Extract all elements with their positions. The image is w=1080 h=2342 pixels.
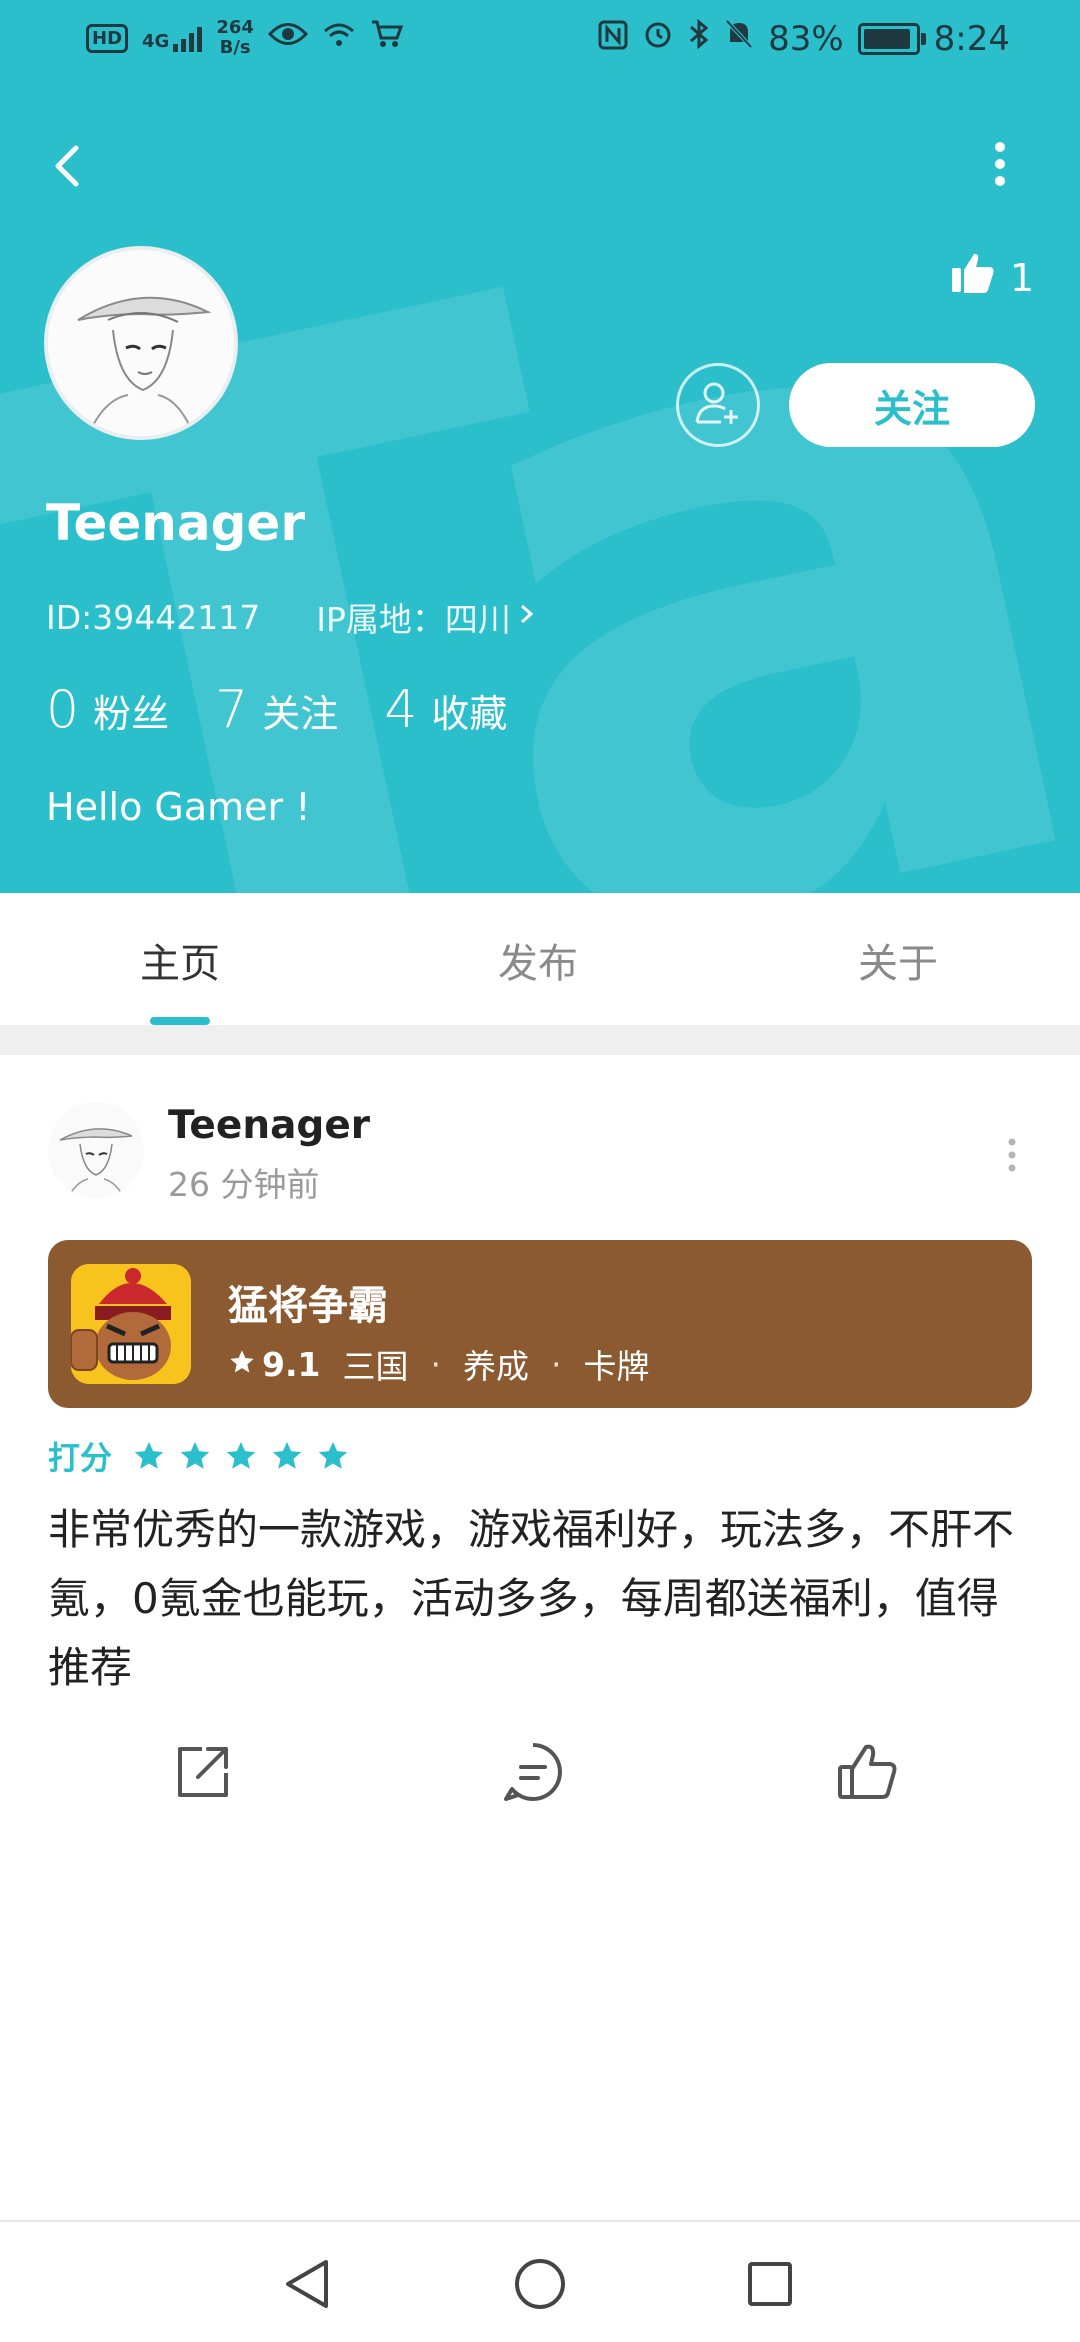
- like-icon: [832, 1744, 902, 1811]
- ip-location[interactable]: IP属地：四川: [316, 593, 537, 641]
- post-author-name[interactable]: Teenager: [168, 1103, 370, 1148]
- status-bar: HD 4G 264 B/s 83% 8:24: [0, 0, 1080, 80]
- bluetooth-icon: [688, 18, 710, 59]
- rating-star-icon: [224, 1439, 258, 1473]
- comment-icon: [498, 1743, 568, 1811]
- username: Teenager: [46, 494, 305, 552]
- speed-unit: B/s: [219, 37, 251, 58]
- game-meta: 9.1 三国 · 养成 · 卡牌: [228, 1340, 649, 1388]
- battery-icon: [857, 22, 926, 55]
- network-type: 4G: [142, 31, 170, 52]
- eye-icon: [267, 19, 308, 57]
- tab-indicator: [150, 1017, 210, 1025]
- score-label: 打分: [48, 1439, 113, 1477]
- game-name: 猛将争霸: [228, 1283, 388, 1329]
- like-count: 1: [1010, 255, 1035, 300]
- post-actions: [0, 1737, 1080, 1817]
- tab-about[interactable]: 关于: [858, 931, 938, 989]
- alarm-icon: [642, 18, 674, 59]
- add-user-icon: [691, 376, 745, 434]
- profile-header: Tap HD 4G 264 B/s 83% 8:24 1 关注 Teenager…: [0, 0, 1080, 893]
- share-icon: [168, 1747, 238, 1811]
- like-button[interactable]: [832, 1737, 902, 1807]
- star-icon: [228, 1345, 256, 1384]
- tag-separator: ·: [550, 1344, 562, 1384]
- chevron-right-icon: [517, 598, 537, 637]
- stat-value: 0: [46, 680, 80, 740]
- user-id: ID:39442117: [46, 597, 261, 637]
- section-divider: [0, 1025, 1080, 1055]
- network-speed: 264 B/s: [216, 18, 254, 58]
- tab-posts[interactable]: 发布: [498, 931, 578, 989]
- back-triangle-icon: [278, 2260, 338, 2318]
- stat-label: 收藏: [431, 692, 508, 736]
- speed-value: 264: [216, 17, 254, 38]
- battery-percent: 83%: [768, 18, 844, 59]
- game-tag: 卡牌: [583, 1347, 650, 1386]
- post-more-button[interactable]: [992, 1130, 1032, 1180]
- clock: 8:24: [933, 18, 1010, 59]
- rating-star-icon: [270, 1439, 304, 1473]
- nfc-icon: [598, 19, 628, 59]
- post-text: 非常优秀的一款游戏，游戏福利好，玩法多，不肝不氪，0氪金也能玩，活动多多，每周都…: [48, 1505, 1015, 1692]
- hd-badge: HD: [86, 23, 129, 53]
- profile-stats: 0 粉丝 7 关注 4 收藏: [46, 680, 507, 740]
- back-button[interactable]: [38, 130, 98, 200]
- stat-following[interactable]: 7 关注: [215, 680, 338, 740]
- nav-recents-button[interactable]: [740, 2254, 800, 2314]
- add-friend-button[interactable]: [676, 363, 760, 447]
- system-navbar: [0, 2220, 1080, 2342]
- profile-like[interactable]: 1: [950, 250, 1034, 305]
- profile-tabs: 主页 发布 关于: [0, 893, 1080, 1025]
- home-circle-icon: [510, 2259, 570, 2318]
- nav-back-button[interactable]: [278, 2254, 338, 2314]
- nav-home-button[interactable]: [510, 2254, 570, 2314]
- profile-bio: Hello Gamer !: [46, 785, 311, 829]
- signal-icon: 4G: [142, 24, 203, 52]
- profile-meta: ID:39442117 IP属地：四川: [46, 593, 537, 641]
- stat-value: 7: [215, 680, 249, 740]
- stat-value: 4: [384, 680, 418, 740]
- tab-home[interactable]: 主页: [140, 931, 220, 989]
- game-tag: 养成: [462, 1347, 529, 1386]
- stat-favorites[interactable]: 4 收藏: [384, 680, 507, 740]
- thumbs-up-icon: [950, 250, 996, 305]
- post-author-avatar[interactable]: [48, 1102, 144, 1198]
- comment-button[interactable]: [498, 1737, 568, 1807]
- follow-button[interactable]: 关注: [789, 363, 1035, 447]
- recents-square-icon: [740, 2262, 800, 2318]
- cart-icon: [370, 19, 404, 57]
- mute-bell-icon: [724, 18, 754, 59]
- rating-star-icon: [178, 1439, 212, 1473]
- game-icon: [71, 1264, 191, 1384]
- share-button[interactable]: [168, 1737, 238, 1807]
- ip-location-label: IP属地：四川: [316, 600, 511, 639]
- stat-fans[interactable]: 0 粉丝: [46, 680, 169, 740]
- more-options-button[interactable]: [975, 130, 1025, 200]
- post-timestamp: 26 分钟前: [168, 1165, 320, 1204]
- game-tag: 三国: [342, 1347, 409, 1386]
- tag-separator: ·: [430, 1344, 441, 1384]
- score-row: 打分: [48, 1433, 350, 1479]
- game-rating: 9.1: [228, 1345, 320, 1384]
- stat-label: 关注: [262, 692, 339, 736]
- game-rating-value: 9.1: [262, 1344, 321, 1384]
- rating-star-icon: [132, 1439, 166, 1473]
- game-card[interactable]: 猛将争霸 9.1 三国 · 养成 · 卡牌: [48, 1240, 1032, 1408]
- stat-label: 粉丝: [93, 692, 170, 736]
- avatar[interactable]: [44, 246, 238, 440]
- rating-star-icon: [316, 1439, 350, 1473]
- wifi-icon: [322, 19, 356, 57]
